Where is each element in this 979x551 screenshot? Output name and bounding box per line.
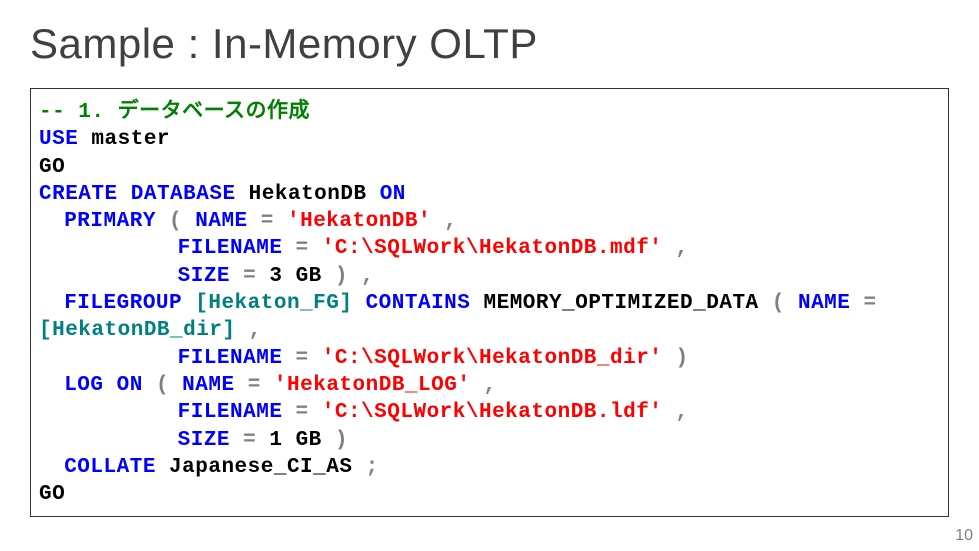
sql-keyword: USE bbox=[39, 128, 78, 151]
code-line-filename2: FILENAME = 'C:\SQLWork\HekatonDB_dir' ) bbox=[39, 345, 940, 372]
code-line-size1: SIZE = 3 GB ) , bbox=[39, 263, 940, 290]
sql-op: = bbox=[296, 237, 309, 260]
code-line-filename3: FILENAME = 'C:\SQLWork\HekatonDB.ldf' , bbox=[39, 399, 940, 426]
sql-op: = bbox=[296, 401, 309, 424]
sql-paren: ) bbox=[335, 429, 348, 452]
sql-comma: , bbox=[484, 374, 497, 397]
sql-paren: ( bbox=[169, 210, 182, 233]
sql-ident: master bbox=[91, 128, 170, 151]
sql-ident: MEMORY_OPTIMIZED_DATA bbox=[484, 292, 772, 315]
sql-string: 'C:\SQLWork\HekatonDB.ldf' bbox=[322, 401, 663, 424]
sql-string: 'HekatonDB_LOG' bbox=[274, 374, 471, 397]
sql-unit: GB bbox=[296, 429, 322, 452]
code-line-go: GO bbox=[39, 154, 940, 181]
sql-go: GO bbox=[39, 483, 65, 506]
sql-keyword: PRIMARY bbox=[64, 210, 156, 233]
sql-comma: , bbox=[444, 210, 457, 233]
sql-op: = bbox=[248, 374, 261, 397]
sql-paren: ( bbox=[772, 292, 785, 315]
sql-keyword: DATABASE bbox=[131, 183, 236, 206]
page-number: 10 bbox=[955, 527, 973, 545]
slide-title: Sample : In-Memory OLTP bbox=[30, 20, 949, 68]
sql-comma: , bbox=[361, 265, 374, 288]
sql-ident: Japanese_CI_AS bbox=[169, 456, 352, 479]
sql-number: 1 bbox=[269, 429, 282, 452]
sql-comma: , bbox=[676, 401, 689, 424]
code-line-primary: PRIMARY ( NAME = 'HekatonDB' , bbox=[39, 208, 940, 235]
sql-unit: GB bbox=[296, 265, 322, 288]
sql-op: = bbox=[296, 347, 309, 370]
code-line-use: USE master bbox=[39, 126, 940, 153]
sql-ident: [HekatonDB_dir] bbox=[39, 319, 236, 342]
sql-keyword: NAME bbox=[195, 210, 261, 233]
sql-paren: ( bbox=[156, 374, 169, 397]
sql-keyword: FILENAME bbox=[178, 401, 296, 424]
sql-ident: [Hekaton_FG] bbox=[195, 292, 365, 315]
sql-keyword: CREATE bbox=[39, 183, 118, 206]
sql-string: 'C:\SQLWork\HekatonDB_dir' bbox=[322, 347, 663, 370]
sql-keyword: SIZE bbox=[178, 429, 244, 452]
code-line-log: LOG ON ( NAME = 'HekatonDB_LOG' , bbox=[39, 372, 940, 399]
code-line-filename1: FILENAME = 'C:\SQLWork\HekatonDB.mdf' , bbox=[39, 235, 940, 262]
sql-ident: HekatonDB bbox=[249, 183, 367, 206]
code-line-size2: SIZE = 1 GB ) bbox=[39, 427, 940, 454]
sql-string: 'C:\SQLWork\HekatonDB.mdf' bbox=[322, 237, 663, 260]
sql-comma: , bbox=[676, 237, 689, 260]
sql-keyword: ON bbox=[117, 374, 143, 397]
code-line-go2: GO bbox=[39, 481, 940, 508]
sql-comma: , bbox=[249, 319, 262, 342]
sql-keyword: FILENAME bbox=[178, 237, 296, 260]
sql-keyword: COLLATE bbox=[64, 456, 156, 479]
sql-go: GO bbox=[39, 156, 65, 179]
sql-keyword: SIZE bbox=[178, 265, 244, 288]
sql-paren: ) bbox=[676, 347, 689, 370]
code-line-create: CREATE DATABASE HekatonDB ON bbox=[39, 181, 940, 208]
sql-op: = bbox=[243, 429, 256, 452]
code-line-filegroup: FILEGROUP [Hekaton_FG] CONTAINS MEMORY_O… bbox=[39, 290, 940, 317]
sql-keyword: LOG bbox=[64, 374, 103, 397]
sql-keyword: CONTAINS bbox=[366, 292, 471, 315]
sql-keyword: FILENAME bbox=[178, 347, 296, 370]
slide: Sample : In-Memory OLTP -- 1. データベースの作成 … bbox=[0, 0, 979, 551]
sql-number: 3 bbox=[269, 265, 282, 288]
code-line-comment: -- 1. データベースの作成 bbox=[39, 99, 940, 126]
code-line-collate: COLLATE Japanese_CI_AS ; bbox=[39, 454, 940, 481]
sql-op: = bbox=[261, 210, 274, 233]
sql-op: = bbox=[243, 265, 256, 288]
sql-op: = bbox=[863, 292, 876, 315]
code-line-fg-name: [HekatonDB_dir] , bbox=[39, 317, 940, 344]
sql-keyword: NAME bbox=[182, 374, 248, 397]
sql-keyword: NAME bbox=[798, 292, 864, 315]
sql-keyword: FILEGROUP bbox=[64, 292, 182, 315]
sql-keyword: ON bbox=[380, 183, 406, 206]
sql-semi: ; bbox=[366, 456, 379, 479]
code-box: -- 1. データベースの作成 USE master GO CREATE DAT… bbox=[30, 88, 949, 517]
sql-string: 'HekatonDB' bbox=[287, 210, 431, 233]
sql-comment: -- 1. データベースの作成 bbox=[39, 101, 310, 124]
sql-paren: ) bbox=[335, 265, 348, 288]
